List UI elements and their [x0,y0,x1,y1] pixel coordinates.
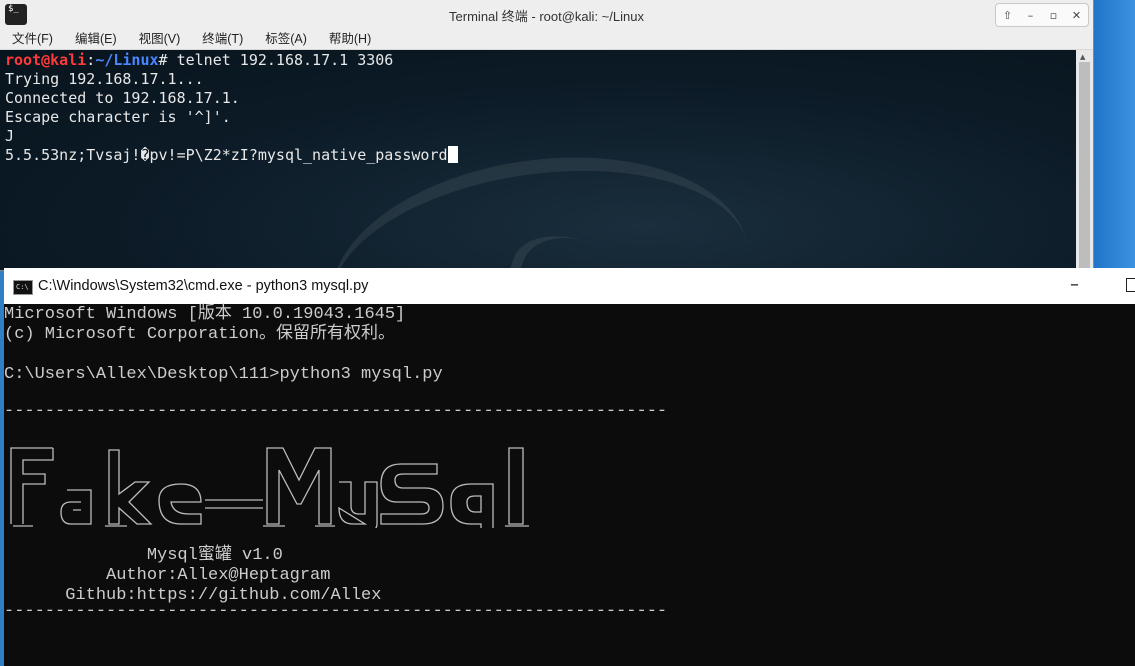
text-cursor [447,146,458,163]
cmd-line: (c) Microsoft Corporation。保留所有权利。 [4,325,396,344]
output-line: J [5,127,15,145]
ascii-banner-art [10,447,529,533]
prompt-path: ~/Linux [95,51,159,69]
maximize-button[interactable] [1126,278,1135,292]
output-line: Escape character is '^]'. [5,108,231,126]
roll-up-icon[interactable]: ⇧ [999,9,1017,22]
menu-terminal[interactable]: 终端(T) [202,29,243,49]
terminal-menubar: 文件(F) 编辑(E) 视图(V) 终端(T) 标签(A) 帮助(H) [0,29,1093,50]
terminal-title: Terminal 终端 - root@kali: ~/Linux [449,9,644,24]
desktop-background [1093,0,1135,270]
terminal-titlebar[interactable]: $_ Terminal 终端 - root@kali: ~/Linux ⇧ – … [0,0,1093,29]
output-line: Trying 192.168.17.1... [5,70,204,88]
terminal-scrollbar[interactable]: ▲ [1076,50,1093,270]
maximize-button[interactable]: ▫ [1045,9,1063,22]
info-line: Author:Allex@Heptagram [4,566,331,585]
fake-mysql-ascii-banner [9,440,539,533]
prompt-user: root@kali [5,51,87,69]
scrollbar-thumb[interactable] [1079,62,1090,270]
cmd-separator: ----------------------------------------… [4,602,668,621]
menu-tabs[interactable]: 标签(A) [265,29,307,49]
cmd-window[interactable]: C:\ C:\Windows\System32\cmd.exe - python… [4,268,1135,666]
command-text: telnet 192.168.17.1 3306 [167,51,394,69]
terminal-output[interactable]: root@kali:~/Linux# telnet 192.168.17.1 3… [0,50,1076,270]
cmd-line: C:\Users\Allex\Desktop\111>python3 mysql… [4,365,443,384]
cmd-titlebar[interactable]: C:\ C:\Windows\System32\cmd.exe - python… [4,268,1135,304]
menu-help[interactable]: 帮助(H) [329,29,371,49]
scroll-up-arrow-icon[interactable]: ▲ [1080,53,1085,61]
menu-file[interactable]: 文件(F) [12,29,53,49]
prompt-separator: : [86,51,96,69]
prompt-hash: # [158,51,168,69]
cmd-output[interactable]: Microsoft Windows [版本 10.0.19043.1645] (… [4,304,1135,666]
info-line: Mysql蜜罐 v1.0 [4,546,283,565]
handshake-text: 5.5.53nz;Tvsaj!�pv!=P\Z2*zI?mysql_native… [5,146,448,164]
menu-edit[interactable]: 编辑(E) [75,29,117,49]
window-controls: ⇧ – ▫ ✕ [995,3,1089,27]
minimize-button[interactable]: – [1070,274,1079,295]
output-line: Connected to 192.168.17.1. [5,89,240,107]
close-button[interactable]: ✕ [1068,9,1086,22]
cmd-separator: ----------------------------------------… [4,402,668,421]
cmd-app-icon: C:\ [13,280,33,295]
menu-view[interactable]: 视图(V) [139,29,181,49]
terminal-window[interactable]: $_ Terminal 终端 - root@kali: ~/Linux ⇧ – … [0,0,1093,270]
prompt-line: root@kali:~/Linux# telnet 192.168.17.1 3… [5,51,393,70]
cmd-title: C:\Windows\System32\cmd.exe - python3 my… [38,278,369,294]
minimize-button[interactable]: – [1022,9,1040,22]
output-line-last: 5.5.53nz;Tvsaj!�pv!=P\Z2*zI?mysql_native… [5,146,458,165]
cmd-line: Microsoft Windows [版本 10.0.19043.1645] [4,305,406,324]
